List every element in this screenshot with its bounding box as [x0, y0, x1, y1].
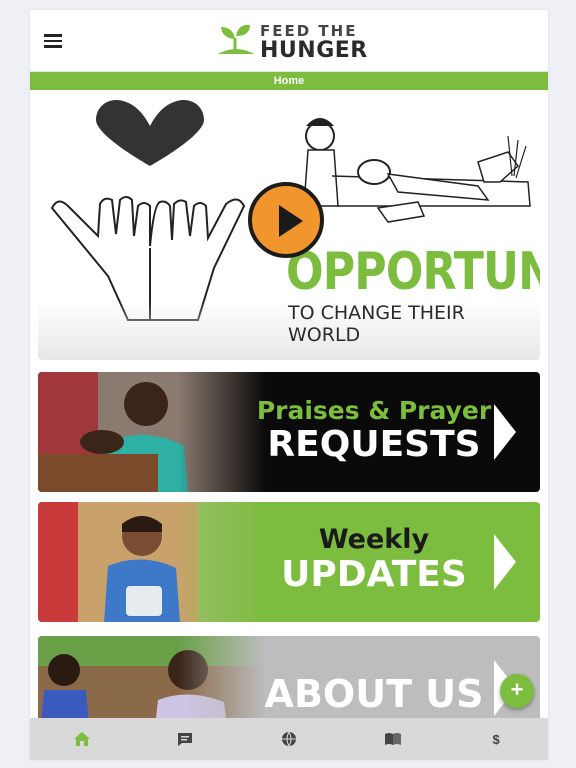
hero-subtitle: TO CHANGE THEIR WORLD — [288, 302, 465, 346]
page-title: Home — [30, 72, 548, 90]
home-icon — [73, 732, 90, 746]
prayer-requests-banner[interactable]: Praises & Prayer REQUESTS — [38, 372, 540, 492]
tab-donate[interactable]: $ — [444, 718, 548, 760]
hero-video-banner[interactable]: OPPORTUNITY TO CHANGE THEIR WORLD — [38, 96, 540, 360]
add-floating-button[interactable]: + — [500, 674, 534, 708]
book-icon — [384, 733, 401, 745]
globe-icon — [281, 731, 296, 747]
tab-messages[interactable] — [134, 718, 238, 760]
play-video-icon[interactable] — [248, 182, 324, 258]
tab-home[interactable] — [30, 718, 134, 760]
app-screen: FEED THE HUNGER Home OPPORTU TO CHANGE T… — [30, 10, 548, 760]
bottom-tab-bar: $ — [30, 718, 548, 760]
hamburger-menu-icon[interactable] — [44, 34, 62, 48]
logo-text-line2: HUNGER — [260, 38, 368, 63]
chevron-right-icon — [494, 534, 516, 590]
tab-world[interactable] — [237, 718, 341, 760]
sprout-logo-icon — [218, 24, 254, 54]
chat-icon — [178, 732, 193, 746]
banner-title: REQUESTS — [267, 424, 481, 465]
feed-the-hunger-logo: FEED THE HUNGER — [214, 20, 374, 64]
banner-subtitle: Weekly — [318, 524, 430, 555]
top-bar: FEED THE HUNGER — [30, 10, 548, 72]
chevron-right-icon — [494, 404, 516, 460]
tab-resources[interactable] — [341, 718, 445, 760]
banner-title: ABOUT US — [264, 672, 484, 716]
weekly-updates-banner[interactable]: Weekly UPDATES — [38, 502, 540, 622]
dollar-icon: $ — [492, 731, 500, 747]
home-content: OPPORTUNITY TO CHANGE THEIR WORLD Praise… — [30, 90, 548, 736]
hero-title: OPPORTUNITY — [286, 242, 540, 302]
banner-subtitle: Praises & Prayer — [256, 396, 492, 425]
banner-title: UPDATES — [281, 554, 467, 595]
